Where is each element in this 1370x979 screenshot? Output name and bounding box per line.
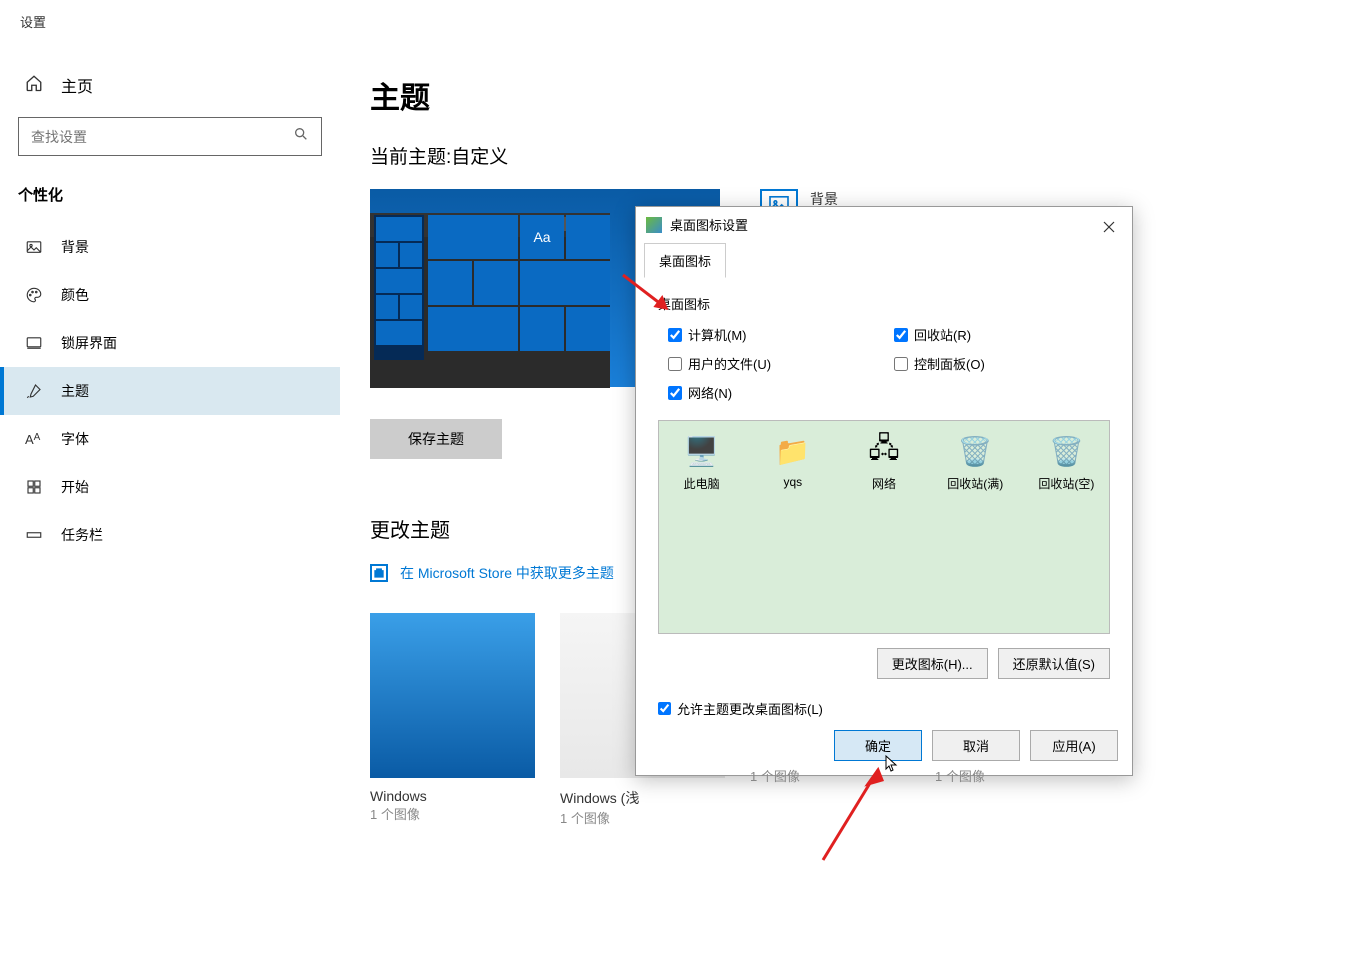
current-theme-subtitle: 当前主题:自定义 bbox=[370, 142, 1370, 169]
sidebar-home-label: 主页 bbox=[61, 73, 93, 97]
sidebar-item-start[interactable]: 开始 bbox=[0, 463, 340, 511]
check-label: 回收站(R) bbox=[914, 325, 971, 344]
icon-item-computer[interactable]: 🖥️ 此电脑 bbox=[671, 433, 732, 492]
sidebar-item-label: 背景 bbox=[61, 237, 89, 257]
check-label: 用户的文件(U) bbox=[688, 354, 771, 373]
allow-theme-change-row[interactable]: 允许主题更改桌面图标(L) bbox=[658, 699, 1110, 718]
icon-item-user[interactable]: 📁 yqs bbox=[762, 433, 823, 489]
theme-count-hidden: 1 个图像 bbox=[935, 766, 985, 785]
check-label: 控制面板(O) bbox=[914, 354, 985, 373]
check-network[interactable]: 网络(N) bbox=[668, 383, 884, 402]
checkbox-allow-theme[interactable] bbox=[658, 702, 671, 715]
theme-name: Windows (浅 bbox=[560, 788, 725, 808]
sidebar-item-label: 任务栏 bbox=[61, 525, 103, 545]
dialog-tab-icons[interactable]: 桌面图标 bbox=[644, 243, 726, 278]
cancel-button[interactable]: 取消 bbox=[932, 730, 1020, 761]
sidebar-item-taskbar[interactable]: 任务栏 bbox=[0, 511, 340, 559]
search-icon bbox=[293, 126, 309, 147]
settings-header: 设置 bbox=[0, 0, 1370, 43]
close-button[interactable] bbox=[1094, 215, 1124, 239]
theme-count-hidden: 1 个图像 bbox=[750, 766, 800, 785]
icons-preview-panel[interactable]: 🖥️ 此电脑 📁 yqs 🖧 网络 🗑️ 回收站(满) 🗑️ 回收站(空) bbox=[658, 420, 1110, 634]
icon-label: 网络 bbox=[872, 475, 896, 492]
lockscreen-icon bbox=[25, 334, 43, 352]
store-link-label: 在 Microsoft Store 中获取更多主题 bbox=[400, 563, 614, 583]
sidebar-home[interactable]: 主页 bbox=[0, 63, 340, 107]
restore-defaults-button[interactable]: 还原默认值(S) bbox=[998, 648, 1110, 679]
taskbar-icon bbox=[25, 526, 43, 544]
recycle-empty-icon: 🗑️ bbox=[1048, 433, 1084, 469]
theme-count: 1 个图像 bbox=[560, 808, 725, 827]
sidebar-item-label: 开始 bbox=[61, 477, 89, 497]
search-input[interactable] bbox=[31, 129, 293, 145]
store-icon bbox=[370, 564, 388, 582]
icon-item-network[interactable]: 🖧 网络 bbox=[853, 433, 914, 492]
sidebar: 主页 个性化 背景 颜色 锁屏界面 主题 AA 字体 bbox=[0, 43, 340, 979]
checkbox-recycle[interactable] bbox=[894, 328, 908, 342]
icon-label: yqs bbox=[783, 475, 802, 489]
check-recycle[interactable]: 回收站(R) bbox=[894, 325, 1110, 344]
image-icon bbox=[25, 238, 43, 256]
brush-icon bbox=[25, 382, 43, 400]
start-icon bbox=[25, 478, 43, 496]
user-folder-icon: 📁 bbox=[775, 433, 811, 469]
checkbox-control[interactable] bbox=[894, 357, 908, 371]
check-computer[interactable]: 计算机(M) bbox=[668, 325, 884, 344]
allow-label: 允许主题更改桌面图标(L) bbox=[677, 699, 823, 718]
sidebar-item-fonts[interactable]: AA 字体 bbox=[0, 415, 340, 463]
icon-label: 回收站(满) bbox=[947, 475, 1003, 492]
group-label: 桌面图标 bbox=[658, 294, 1110, 313]
palette-icon bbox=[25, 286, 43, 304]
sidebar-item-label: 字体 bbox=[61, 429, 89, 449]
icon-label: 此电脑 bbox=[684, 475, 720, 492]
check-userfiles[interactable]: 用户的文件(U) bbox=[668, 354, 884, 373]
dialog-icon bbox=[646, 217, 662, 233]
home-icon bbox=[25, 74, 43, 97]
icon-item-recycle-empty[interactable]: 🗑️ 回收站(空) bbox=[1036, 433, 1097, 492]
network-icon: 🖧 bbox=[866, 433, 902, 469]
computer-icon: 🖥️ bbox=[684, 433, 720, 469]
sidebar-item-themes[interactable]: 主题 bbox=[0, 367, 340, 415]
check-label: 计算机(M) bbox=[688, 325, 747, 344]
sidebar-item-label: 主题 bbox=[61, 381, 89, 401]
checkbox-network[interactable] bbox=[668, 386, 682, 400]
page-title: 主题 bbox=[370, 73, 1370, 117]
sidebar-item-label: 锁屏界面 bbox=[61, 333, 117, 353]
sidebar-item-label: 颜色 bbox=[61, 285, 89, 305]
check-control[interactable]: 控制面板(O) bbox=[894, 354, 1110, 373]
checkbox-userfiles[interactable] bbox=[668, 357, 682, 371]
theme-count: 1 个图像 bbox=[370, 804, 535, 823]
sidebar-item-lockscreen[interactable]: 锁屏界面 bbox=[0, 319, 340, 367]
dialog-title-text: 桌面图标设置 bbox=[670, 215, 748, 234]
recycle-full-icon: 🗑️ bbox=[957, 433, 993, 469]
checkbox-computer[interactable] bbox=[668, 328, 682, 342]
dialog-titlebar: 桌面图标设置 bbox=[636, 207, 1132, 242]
sidebar-section-title: 个性化 bbox=[0, 176, 340, 223]
theme-thumbnail bbox=[370, 613, 535, 778]
apply-button[interactable]: 应用(A) bbox=[1030, 730, 1118, 761]
ok-button[interactable]: 确定 bbox=[834, 730, 922, 761]
sidebar-item-background[interactable]: 背景 bbox=[0, 223, 340, 271]
search-box[interactable] bbox=[18, 117, 322, 156]
icon-label: 回收站(空) bbox=[1038, 475, 1094, 492]
sidebar-item-colors[interactable]: 颜色 bbox=[0, 271, 340, 319]
icon-item-recycle-full[interactable]: 🗑️ 回收站(满) bbox=[945, 433, 1006, 492]
theme-name: Windows bbox=[370, 788, 535, 804]
check-label: 网络(N) bbox=[688, 383, 732, 402]
change-icon-button[interactable]: 更改图标(H)... bbox=[877, 648, 988, 679]
theme-card-windows[interactable]: Windows 1 个图像 bbox=[370, 613, 535, 827]
desktop-icons-dialog: 桌面图标设置 桌面图标 桌面图标 计算机(M) 回收站(R) 用户的文件(U) … bbox=[635, 206, 1133, 776]
save-theme-button[interactable]: 保存主题 bbox=[370, 419, 502, 459]
font-icon: AA bbox=[25, 432, 43, 447]
preview-aa: Aa bbox=[520, 215, 564, 259]
